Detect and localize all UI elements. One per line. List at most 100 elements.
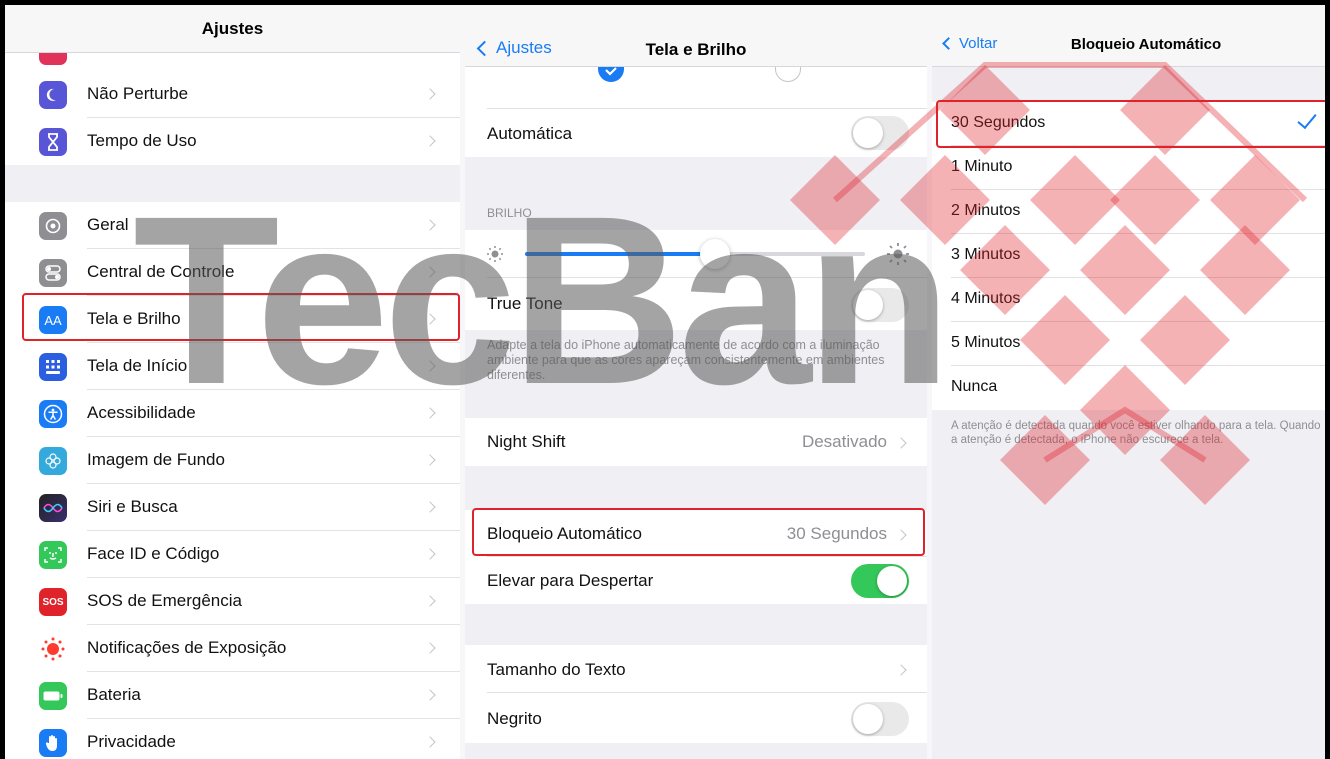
exposure-icon (39, 635, 67, 663)
group-separator (5, 165, 460, 202)
sidebar-item-tempo-de-uso[interactable]: Tempo de Uso (5, 118, 460, 165)
auto-lock-label: Bloqueio Automático (487, 524, 642, 543)
wallpaper-icon (39, 447, 67, 475)
sidebar-item-geral[interactable]: Geral (5, 202, 460, 249)
true-tone-label: True Tone (487, 294, 563, 313)
option-label: Nunca (951, 378, 998, 395)
screenshot-frame: Ajustes Não Perturbe Tempo de Uso Geral (0, 0, 1330, 759)
sidebar-item-nao-perturbe[interactable]: Não Perturbe (5, 71, 460, 118)
chevron-right-icon (424, 407, 436, 419)
chevron-right-icon (424, 88, 436, 100)
sidebar-item-face-id[interactable]: Face ID e Código (5, 531, 460, 578)
option-row[interactable]: 2 Minutos (932, 190, 1325, 234)
brightness-row (465, 230, 927, 278)
appearance-dark-radio[interactable] (775, 67, 801, 82)
face-id-icon (39, 541, 67, 569)
bold-row: Negrito (465, 693, 927, 743)
option-label: 2 Minutos (951, 202, 1021, 219)
chevron-right-icon (424, 219, 436, 231)
sidebar-item-bateria[interactable]: Bateria (5, 672, 460, 719)
option-label: 5 Minutos (951, 334, 1021, 351)
gear-icon (39, 212, 67, 240)
appearance-selector (465, 67, 927, 109)
brightness-slider-knob[interactable] (700, 239, 731, 269)
text-size-row[interactable]: Tamanho do Texto (465, 645, 927, 693)
chevron-right-icon (895, 437, 907, 449)
sidebar-item-label: Siri e Busca (87, 497, 178, 516)
raise-to-wake-toggle[interactable] (851, 564, 909, 598)
autolock-navbar: Voltar Bloqueio Automático (932, 5, 1325, 67)
hourglass-icon (39, 128, 67, 156)
autolock-panel: Voltar Bloqueio Automático 30 Segundos 1… (932, 5, 1325, 759)
automatica-label: Automática (487, 124, 573, 143)
home-screen-icon (39, 353, 67, 381)
option-row[interactable]: Nunca (932, 366, 1325, 410)
display-panel: Ajustes Tela e Brilho Automática BRILHO (465, 5, 927, 759)
option-row[interactable]: 5 Minutos (932, 322, 1325, 366)
sidebar-item-label: SOS de Emergência (87, 591, 242, 610)
page-title: Ajustes (201, 19, 264, 38)
switches-icon (39, 259, 67, 287)
bold-toggle[interactable] (851, 702, 909, 736)
sidebar-item-tela-e-brilho[interactable]: AA Tela e Brilho (5, 296, 460, 343)
night-shift-row[interactable]: Night Shift Desativado (465, 418, 927, 466)
chevron-right-icon (895, 664, 907, 676)
true-tone-toggle[interactable] (851, 288, 909, 322)
chevron-right-icon (424, 454, 436, 466)
automatica-toggle[interactable] (851, 116, 909, 150)
sidebar-item-imagem-de-fundo[interactable]: Imagem de Fundo (5, 437, 460, 484)
sidebar-item-label: Face ID e Código (87, 544, 220, 563)
sidebar-item-label: Acessibilidade (87, 403, 196, 422)
option-label: 4 Minutos (951, 290, 1021, 307)
text-size-label: Tamanho do Texto (487, 660, 626, 679)
chevron-right-icon (424, 642, 436, 654)
checkmark-icon (1297, 108, 1317, 130)
display-navbar: Ajustes Tela e Brilho (465, 5, 927, 67)
true-tone-description: Adapte a tela do iPhone automaticamente … (487, 338, 885, 382)
chevron-right-icon (424, 548, 436, 560)
sidebar-item-label: Geral (87, 215, 129, 234)
sidebar-item-privacidade[interactable]: Privacidade (5, 719, 460, 759)
moon-icon (39, 81, 67, 109)
raise-to-wake-row: Elevar para Despertar (465, 557, 927, 604)
option-row[interactable]: 3 Minutos (932, 234, 1325, 278)
chevron-right-icon (424, 501, 436, 513)
section-header-brilho: BRILHO (487, 206, 532, 220)
chevron-right-icon (424, 360, 436, 372)
sos-icon: SOS (39, 588, 67, 616)
option-label: 1 Minuto (951, 158, 1013, 175)
settings-navbar: Ajustes (5, 5, 460, 53)
chevron-left-icon (942, 37, 955, 50)
chevron-right-icon (424, 135, 436, 147)
chevron-right-icon (895, 529, 907, 541)
settings-panel: Ajustes Não Perturbe Tempo de Uso Geral (5, 5, 460, 759)
chevron-right-icon (424, 266, 436, 278)
sun-large-icon (887, 243, 909, 265)
chevron-right-icon (424, 736, 436, 748)
sidebar-item-tela-de-inicio[interactable]: Tela de Início (5, 343, 460, 390)
sidebar-item-notificacoes-exposicao[interactable]: Notificações de Exposição (5, 625, 460, 672)
sidebar-item-label: Notificações de Exposição (87, 638, 287, 657)
option-row[interactable]: 30 Segundos (932, 102, 1325, 146)
option-row[interactable]: 1 Minuto (932, 146, 1325, 190)
sidebar-item-label: Central de Controle (87, 262, 235, 281)
sidebar-item-label: Tela e Brilho (87, 309, 181, 328)
auto-lock-value: 30 Segundos (786, 524, 887, 543)
raise-to-wake-label: Elevar para Despertar (487, 571, 654, 590)
page-title: Bloqueio Automático (1070, 36, 1222, 53)
sidebar-item-sos[interactable]: SOS SOS de Emergência (5, 578, 460, 625)
attention-footer: A atenção é detectada quando você estive… (951, 420, 1321, 446)
appearance-light-radio[interactable] (598, 67, 624, 82)
sidebar-item-central-de-controle[interactable]: Central de Controle (5, 249, 460, 296)
auto-lock-row[interactable]: Bloqueio Automático 30 Segundos (465, 510, 927, 557)
brightness-fill (525, 252, 716, 256)
sidebar-item-label: Privacidade (87, 732, 176, 751)
sidebar-item-label: Imagem de Fundo (87, 450, 225, 469)
sidebar-item-acessibilidade[interactable]: Acessibilidade (5, 390, 460, 437)
option-label: 3 Minutos (951, 246, 1021, 263)
option-label: 30 Segundos (951, 114, 1046, 131)
sidebar-item-siri-e-busca[interactable]: Siri e Busca (5, 484, 460, 531)
night-shift-value: Desativado (801, 432, 887, 451)
option-row[interactable]: 4 Minutos (932, 278, 1325, 322)
accessibility-icon (39, 400, 67, 428)
